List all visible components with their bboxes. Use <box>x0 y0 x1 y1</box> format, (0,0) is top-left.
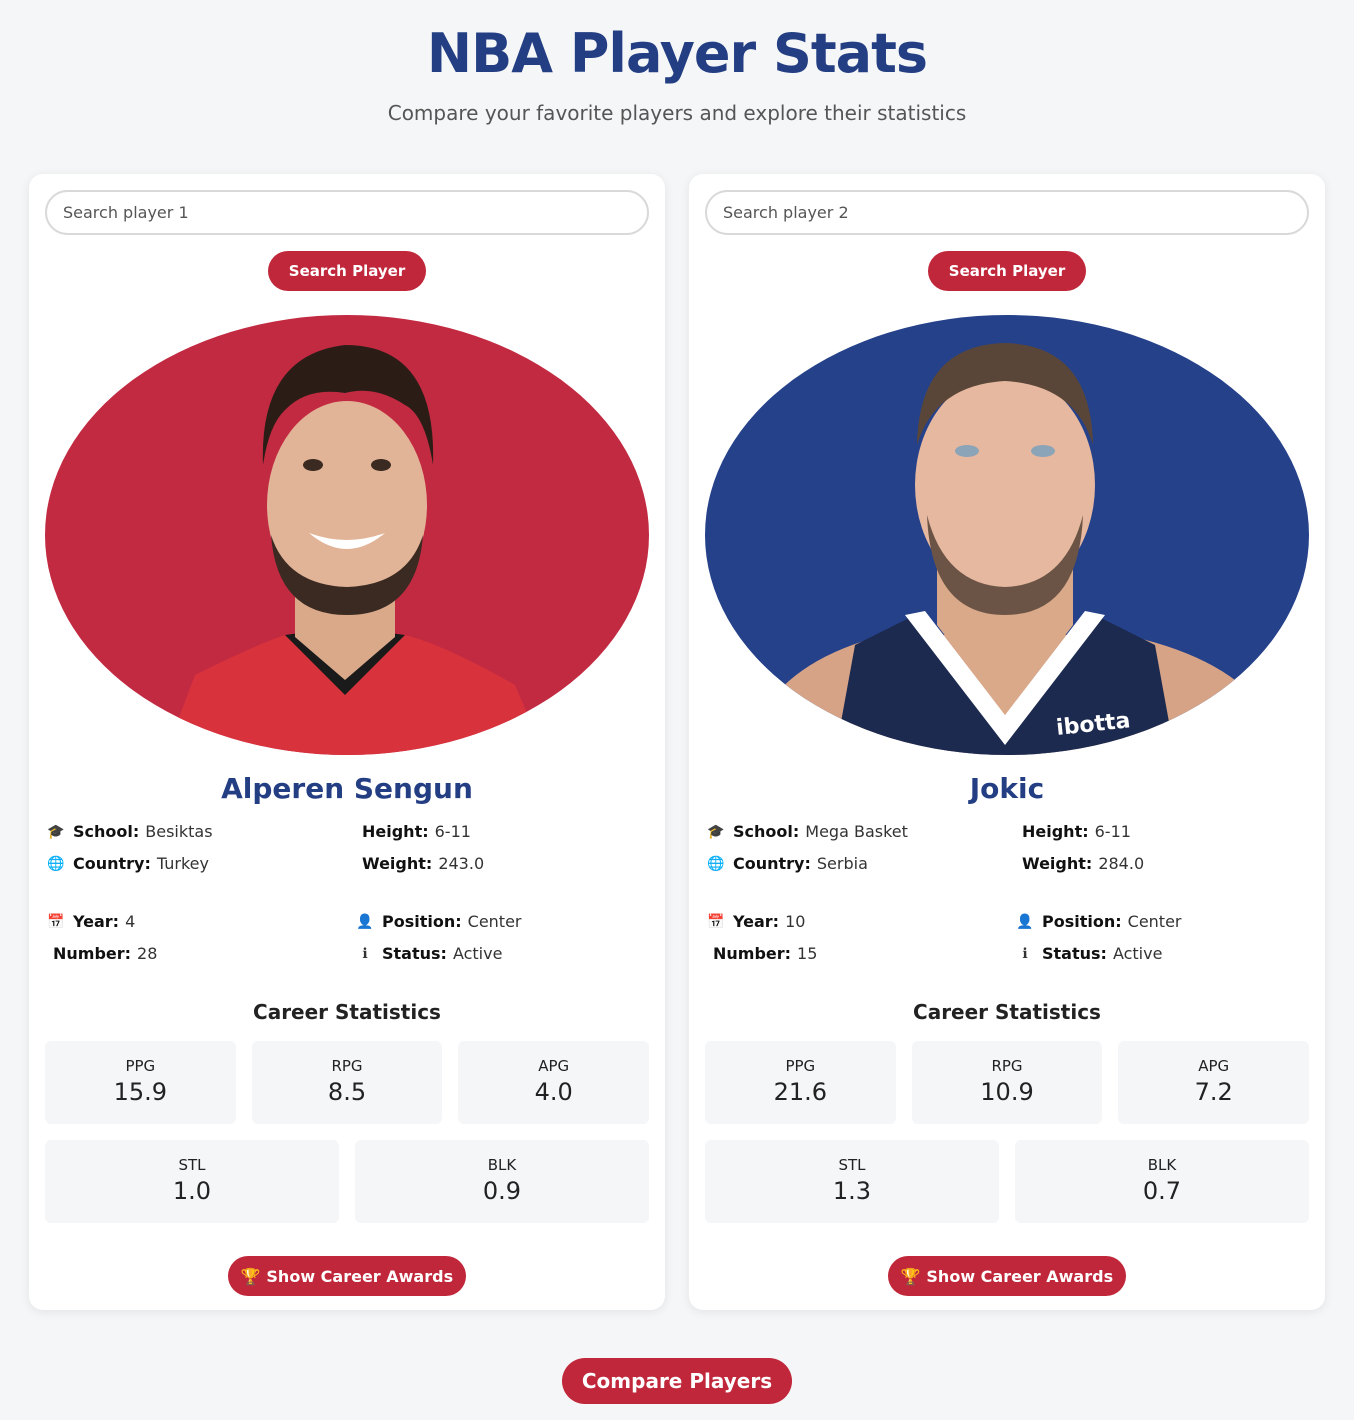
weight-field: Weight: 243.0 <box>362 854 485 873</box>
status-field: ℹ Status: Active <box>1014 943 1309 965</box>
height-field: Height: 6-11 <box>362 822 471 841</box>
career-stats-title: Career Statistics <box>253 1000 441 1024</box>
stat-ppg: PPG 21.6 <box>705 1041 896 1124</box>
weight-field: Weight: 284.0 <box>1022 854 1145 873</box>
search-player-1-button[interactable]: Search Player <box>268 251 426 291</box>
page-subtitle: Compare your favorite players and explor… <box>387 101 967 125</box>
player-2-portrait: ibotta <box>705 315 1309 755</box>
user-icon: 👤 <box>356 914 374 930</box>
graduation-cap-icon: 🎓 <box>707 824 725 840</box>
graduation-cap-icon: 🎓 <box>47 824 65 840</box>
stat-apg: APG 4.0 <box>458 1041 650 1124</box>
stat-stl: STL 1.3 <box>705 1140 999 1223</box>
country-field: 🌐 Country: Serbia <box>705 853 1022 875</box>
year-field: 📅 Year: 10 <box>705 911 1022 933</box>
country-field: 🌐 Country: Turkey <box>45 853 362 875</box>
show-career-awards-button-2[interactable]: 🏆 Show Career Awards <box>888 1256 1126 1296</box>
stat-apg: APG 7.2 <box>1118 1041 1310 1124</box>
search-input-player-2[interactable] <box>705 190 1309 235</box>
show-career-awards-button-1[interactable]: 🏆 Show Career Awards <box>228 1256 466 1296</box>
stat-rpg: RPG 10.9 <box>911 1041 1103 1124</box>
stat-ppg: PPG 15.9 <box>45 1041 236 1124</box>
player-2-info: 🎓 School: Mega Basket Height: 6-11 🌐 Cou… <box>705 821 1309 965</box>
page-header: NBA Player Stats Compare your favorite p… <box>0 0 1354 126</box>
career-stats-title: Career Statistics <box>913 1000 1101 1024</box>
year-field: 📅 Year: 4 <box>45 911 362 933</box>
player-cards: Search Player Alp <box>29 174 1325 1310</box>
stats-row-2: STL 1.3 BLK 0.7 <box>705 1140 1309 1223</box>
search-input-player-1[interactable] <box>45 190 649 235</box>
player-1-photo <box>45 315 649 755</box>
globe-icon: 🌐 <box>47 856 65 872</box>
stat-rpg: RPG 8.5 <box>251 1041 443 1124</box>
player-2-name: Jokic <box>969 772 1045 805</box>
stat-stl: STL 1.0 <box>45 1140 339 1223</box>
number-field: Number: 15 <box>713 944 818 963</box>
stats-row-2: STL 1.0 BLK 0.9 <box>45 1140 649 1223</box>
player-1-portrait <box>45 315 649 755</box>
position-field: 👤 Position: Center <box>1014 911 1309 933</box>
player-1-name: Alperen Sengun <box>221 772 473 805</box>
player-1-info: 🎓 School: Besiktas Height: 6-11 🌐 Countr… <box>45 821 649 965</box>
calendar-icon: 📅 <box>47 914 65 930</box>
user-icon: 👤 <box>1016 914 1034 930</box>
player-card-1: Search Player Alp <box>29 174 665 1310</box>
stat-blk: BLK 0.9 <box>355 1140 649 1223</box>
calendar-icon: 📅 <box>707 914 725 930</box>
school-field: 🎓 School: Mega Basket <box>705 821 1022 843</box>
info-icon: ℹ <box>362 946 368 962</box>
compare-players-button[interactable]: Compare Players <box>562 1358 792 1404</box>
search-player-2-button[interactable]: Search Player <box>928 251 1086 291</box>
height-field: Height: 6-11 <box>1022 822 1131 841</box>
stats-row-1: PPG 15.9 RPG 8.5 APG 4.0 <box>45 1041 650 1124</box>
number-field: Number: 28 <box>53 944 158 963</box>
stat-blk: BLK 0.7 <box>1015 1140 1309 1223</box>
page-title: NBA Player Stats <box>426 22 928 85</box>
trophy-icon: 🏆 <box>240 1266 261 1286</box>
trophy-icon: 🏆 <box>900 1266 921 1286</box>
player-2-photo: ibotta <box>705 315 1309 755</box>
position-field: 👤 Position: Center <box>354 911 649 933</box>
globe-icon: 🌐 <box>707 856 725 872</box>
player-card-2: Search Player ibotta <box>689 174 1325 1310</box>
school-field: 🎓 School: Besiktas <box>45 821 362 843</box>
status-field: ℹ Status: Active <box>354 943 649 965</box>
stats-row-1: PPG 21.6 RPG 10.9 APG 7.2 <box>705 1041 1310 1124</box>
info-icon: ℹ <box>1022 946 1028 962</box>
